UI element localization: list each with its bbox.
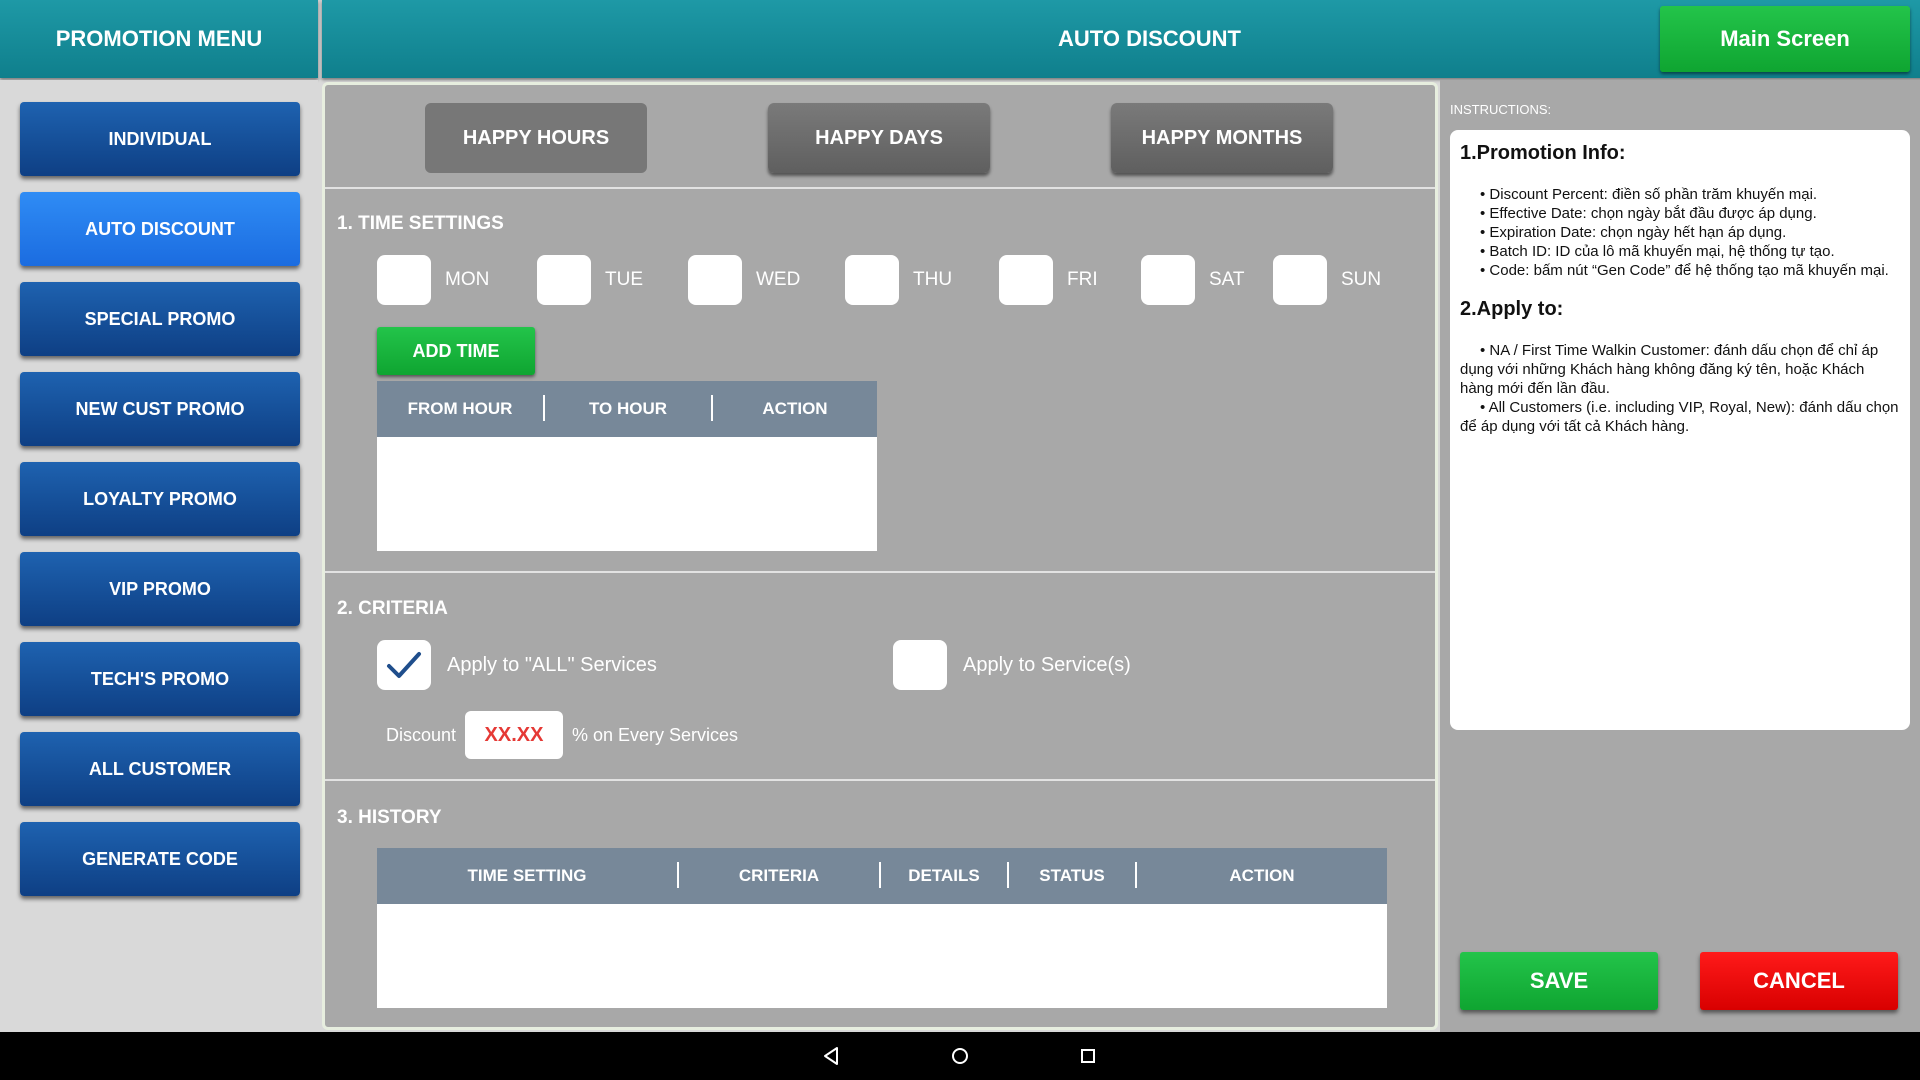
column-header: ACTION <box>762 399 828 418</box>
navigation-bar <box>0 1032 1920 1080</box>
history-table-body[interactable] <box>377 904 1387 1008</box>
criteria-title: 2. CRITERIA <box>337 598 448 619</box>
time-table-header: FROM HOUR TO HOUR ACTION <box>377 381 877 437</box>
column-header: FROM HOUR <box>407 399 513 418</box>
instruction-item: • NA / First Time Walkin Customer: đánh … <box>1460 342 1879 397</box>
column-header: ACTION <box>1229 866 1295 885</box>
sidebar-item-techs-promo[interactable]: TECH'S PROMO <box>20 642 300 716</box>
instruction-item: • Effective Date: chọn ngày bắt đầu được… <box>1480 205 1817 222</box>
apply-all-services-option[interactable]: Apply to "ALL" Services <box>377 640 657 690</box>
save-button[interactable]: SAVE <box>1460 952 1658 1010</box>
cancel-button[interactable]: CANCEL <box>1700 952 1898 1010</box>
tab-happy-months[interactable]: HAPPY MONTHS <box>1111 103 1333 173</box>
apply-all-services-label: Apply to "ALL" Services <box>447 653 657 676</box>
mon-checkbox[interactable] <box>377 255 431 305</box>
day-label: SUN <box>1341 269 1382 290</box>
day-sun[interactable]: SUN <box>1273 255 1381 305</box>
sidebar-item-auto-discount[interactable]: AUTO DISCOUNT <box>20 192 300 266</box>
tab-happy-hours[interactable]: HAPPY HOURS <box>425 103 647 173</box>
back-icon[interactable] <box>818 1042 846 1070</box>
add-time-button[interactable]: ADD TIME <box>377 327 535 375</box>
day-label: MON <box>445 269 490 290</box>
instructions-section-title: 2.Apply to: <box>1460 298 1564 320</box>
column-header: STATUS <box>1039 866 1105 885</box>
promotion-menu-title: PROMOTION MENU <box>0 0 318 78</box>
thu-checkbox[interactable] <box>845 255 899 305</box>
header: PROMOTION MENU AUTO DISCOUNT Main Screen <box>0 0 1920 80</box>
sidebar-item-all-customer[interactable]: ALL CUSTOMER <box>20 732 300 806</box>
day-label: SAT <box>1209 269 1245 290</box>
column-header: TO HOUR <box>588 399 668 418</box>
instructions-panel: INSTRUCTIONS: 1.Promotion Info: • Discou… <box>1440 80 1920 1032</box>
time-table-body[interactable] <box>377 437 877 551</box>
sidebar: INDIVIDUAL AUTO DISCOUNT SPECIAL PROMO N… <box>0 80 318 1032</box>
main-screen-button[interactable]: Main Screen <box>1660 6 1910 72</box>
apply-all-services-checkbox[interactable] <box>377 640 431 690</box>
day-label: FRI <box>1067 269 1098 290</box>
divider <box>325 187 1435 189</box>
instructions-box: 1.Promotion Info: • Discount Percent: đi… <box>1450 130 1910 730</box>
discount-suffix: % on Every Services <box>572 725 739 745</box>
divider <box>325 779 1435 781</box>
history-title: 3. HISTORY <box>337 807 442 828</box>
sidebar-item-loyalty-promo[interactable]: LOYALTY PROMO <box>20 462 300 536</box>
day-label: WED <box>756 269 801 290</box>
apply-services-option[interactable]: Apply to Service(s) <box>893 640 1131 690</box>
main-panel: HAPPY HOURS HAPPY DAYS HAPPY MONTHS 1. T… <box>322 82 1438 1030</box>
tue-checkbox[interactable] <box>537 255 591 305</box>
column-header: DETAILS <box>908 866 980 885</box>
column-header: TIME SETTING <box>467 866 587 885</box>
sidebar-item-special-promo[interactable]: SPECIAL PROMO <box>20 282 300 356</box>
tab-happy-days[interactable]: HAPPY DAYS <box>768 103 990 173</box>
day-fri[interactable]: FRI <box>999 255 1098 305</box>
day-wed[interactable]: WED <box>688 255 800 305</box>
instruction-item: • Batch ID: ID của lô mã khuyến mại, hệ … <box>1480 243 1835 260</box>
sidebar-item-individual[interactable]: INDIVIDUAL <box>20 102 300 176</box>
instruction-item: • Expiration Date: chọn ngày hết hạn áp … <box>1480 224 1787 241</box>
discount-label: Discount <box>386 725 457 745</box>
day-thu[interactable]: THU <box>845 255 952 305</box>
instructions-label: INSTRUCTIONS: <box>1450 102 1552 117</box>
instruction-item: • Code: bấm nút “Gen Code” để hệ thống t… <box>1480 262 1889 279</box>
discount-input[interactable]: XX.XX <box>465 711 563 759</box>
day-label: TUE <box>605 269 643 290</box>
sidebar-item-new-cust-promo[interactable]: NEW CUST PROMO <box>20 372 300 446</box>
day-mon[interactable]: MON <box>377 255 489 305</box>
day-label: THU <box>913 269 953 290</box>
sat-checkbox[interactable] <box>1141 255 1195 305</box>
apply-services-label: Apply to Service(s) <box>963 653 1131 676</box>
instruction-item: • All Customers (i.e. including VIP, Roy… <box>1460 399 1899 435</box>
apply-services-checkbox[interactable] <box>893 640 947 690</box>
sidebar-item-vip-promo[interactable]: VIP PROMO <box>20 552 300 626</box>
instructions-section-title: 1.Promotion Info: <box>1460 142 1626 164</box>
day-tue[interactable]: TUE <box>537 255 643 305</box>
fri-checkbox[interactable] <box>999 255 1053 305</box>
sidebar-item-generate-code[interactable]: GENERATE CODE <box>20 822 300 896</box>
history-table-header: TIME SETTING CRITERIA DETAILS STATUS ACT… <box>377 848 1387 904</box>
wed-checkbox[interactable] <box>688 255 742 305</box>
instruction-item: • Discount Percent: điền số phần trăm kh… <box>1480 186 1818 203</box>
divider <box>325 571 1435 573</box>
home-icon[interactable] <box>946 1042 974 1070</box>
sun-checkbox[interactable] <box>1273 255 1327 305</box>
column-header: CRITERIA <box>738 866 820 885</box>
recents-icon[interactable] <box>1074 1042 1102 1070</box>
day-sat[interactable]: SAT <box>1141 255 1245 305</box>
checkmark-icon <box>387 652 421 678</box>
time-settings-title: 1. TIME SETTINGS <box>337 213 504 234</box>
